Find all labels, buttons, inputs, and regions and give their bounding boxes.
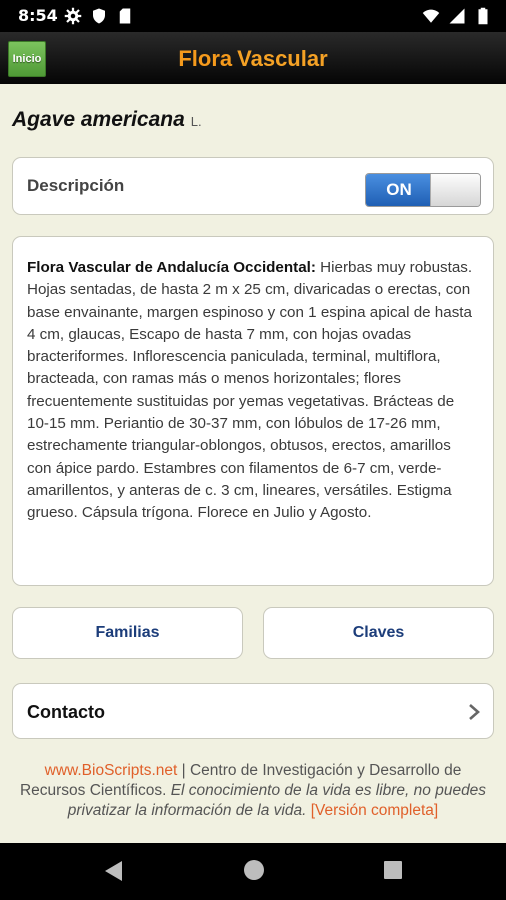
wifi-icon bbox=[422, 9, 440, 23]
footer-separator: | bbox=[177, 762, 190, 779]
toggle-knob bbox=[430, 174, 480, 206]
familias-label: Familias bbox=[95, 624, 160, 641]
claves-label: Claves bbox=[352, 624, 405, 641]
full-version-link[interactable]: [Versión completa] bbox=[306, 802, 439, 819]
battery-icon bbox=[478, 7, 488, 25]
shield-icon bbox=[93, 8, 105, 24]
species-name: Agave americana bbox=[12, 108, 185, 131]
status-time: 8:54 bbox=[18, 6, 58, 25]
app-bar: Inicio Flora Vascular bbox=[0, 32, 506, 84]
home-icon[interactable] bbox=[244, 860, 264, 880]
description-source: Flora Vascular de Andalucía Occidental: bbox=[27, 259, 316, 276]
description-label: Descripción bbox=[27, 176, 125, 195]
back-icon[interactable] bbox=[102, 859, 124, 883]
signal-icon bbox=[449, 8, 465, 24]
app-title: Flora Vascular bbox=[0, 46, 506, 72]
app-title-part1: Flora bbox=[178, 46, 233, 71]
description-toggle-card: Descripción ON bbox=[12, 157, 494, 215]
species-title: Agave americana L. bbox=[12, 108, 202, 132]
bioscripts-link[interactable]: www.BioScripts.net bbox=[45, 762, 178, 779]
description-card: Flora Vascular de Andalucía Occidental: … bbox=[12, 236, 494, 586]
sd-card-icon bbox=[119, 8, 131, 24]
chevron-right-icon bbox=[469, 704, 480, 720]
species-author: L. bbox=[190, 114, 202, 129]
familias-button[interactable]: Familias bbox=[12, 607, 243, 659]
status-icons-left bbox=[64, 7, 134, 25]
contacto-label: Contacto bbox=[27, 702, 105, 722]
app-title-part2: Vascular bbox=[237, 46, 328, 71]
claves-button[interactable]: Claves bbox=[263, 607, 494, 659]
description-toggle[interactable]: ON bbox=[365, 173, 481, 207]
navigation-bar bbox=[0, 843, 506, 900]
status-bar: 8:54 bbox=[0, 0, 506, 32]
status-icons-right bbox=[422, 7, 492, 25]
gear-icon bbox=[64, 7, 82, 25]
toggle-on-label: ON bbox=[366, 174, 432, 206]
recents-icon[interactable] bbox=[384, 861, 402, 879]
footer: www.BioScripts.net | Centro de Investiga… bbox=[18, 761, 488, 821]
description-text: Flora Vascular de Andalucía Occidental: … bbox=[27, 257, 479, 525]
description-body: Hierbas muy robustas. Hojas sentadas, de… bbox=[27, 259, 473, 522]
contacto-button[interactable]: Contacto bbox=[12, 683, 494, 739]
